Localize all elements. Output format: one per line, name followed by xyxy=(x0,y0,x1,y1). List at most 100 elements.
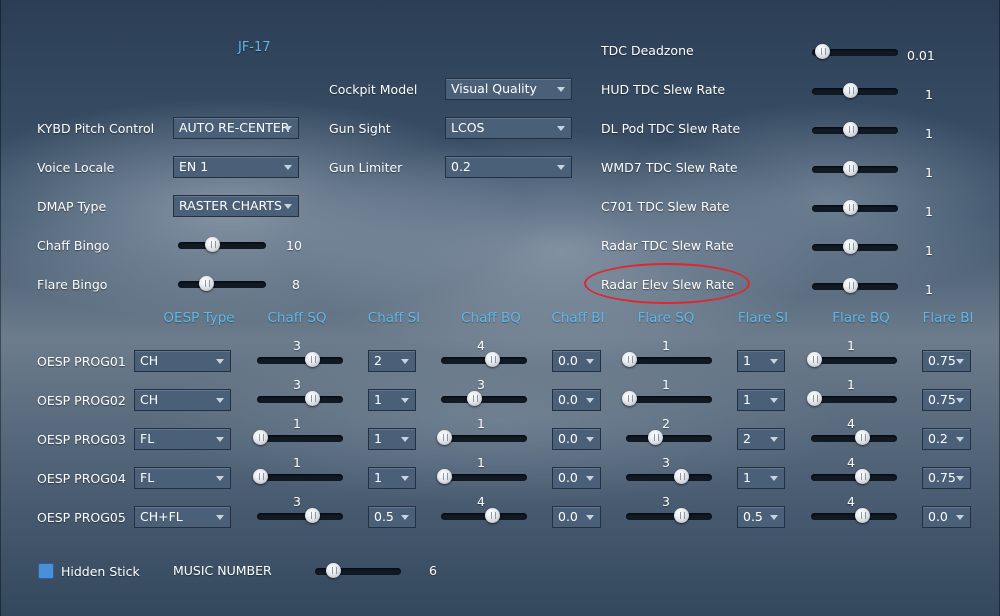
left-setting-dropdown[interactable]: RASTER CHARTS xyxy=(173,195,299,217)
mid-setting-dropdown[interactable]: 0.2 xyxy=(445,156,572,178)
right-setting-slider-knob[interactable] xyxy=(842,200,858,215)
flare-bq-slider-knob[interactable] xyxy=(854,508,870,523)
left-setting-label: KYBD Pitch Control xyxy=(37,121,155,136)
flare-bq-slider[interactable] xyxy=(811,430,897,445)
chaff-sq-slider[interactable] xyxy=(253,430,343,445)
chaff-bq-slider[interactable] xyxy=(437,430,527,445)
chaff-sq-slider[interactable] xyxy=(257,352,343,367)
flare-si-dropdown[interactable]: 1 xyxy=(737,467,785,489)
right-setting-slider[interactable] xyxy=(812,122,898,137)
chaff-si-dropdown[interactable]: 1 xyxy=(368,428,416,450)
chaff-sq-slider[interactable] xyxy=(253,469,343,484)
flare-bi-dropdown[interactable]: 0.75 xyxy=(922,350,971,372)
chaff-bq-slider[interactable] xyxy=(437,469,527,484)
chaff-sq-slider[interactable] xyxy=(257,391,343,406)
chaff-si-dropdown[interactable]: 1 xyxy=(368,467,416,489)
chaff-bq-slider[interactable] xyxy=(441,352,527,367)
right-setting-slider[interactable] xyxy=(812,200,898,215)
oesp-type-dropdown[interactable]: FL xyxy=(134,467,231,489)
flare-bi-dropdown[interactable]: 0.0 xyxy=(922,506,971,528)
right-setting-slider[interactable] xyxy=(812,161,898,176)
chaff-sq-slider[interactable] xyxy=(257,508,343,523)
right-setting-slider[interactable] xyxy=(812,83,898,98)
flare-bq-slider[interactable] xyxy=(811,469,897,484)
chaff-bi-dropdown[interactable]: 0.0 xyxy=(552,350,601,372)
flare-sq-slider-knob[interactable] xyxy=(622,352,638,367)
chaff-bq-slider[interactable] xyxy=(441,508,527,523)
flare-bq-slider[interactable] xyxy=(807,352,897,367)
flare-bq-slider-knob[interactable] xyxy=(807,352,823,367)
flare-sq-slider[interactable] xyxy=(626,469,712,484)
mid-setting-dropdown[interactable]: LCOS xyxy=(445,117,572,139)
chaff-si-dropdown[interactable]: 2 xyxy=(368,350,416,372)
chaff-bi-dropdown-value: 0.0 xyxy=(558,353,578,368)
right-setting-slider[interactable] xyxy=(812,239,898,254)
chaff-bq-slider-knob[interactable] xyxy=(437,430,453,445)
music-number-slider[interactable] xyxy=(315,563,401,578)
right-setting-slider-knob[interactable] xyxy=(842,278,858,293)
flare-bingo-slider[interactable] xyxy=(178,276,266,291)
chaff-sq-slider-knob[interactable] xyxy=(253,469,269,484)
flare-sq-slider-knob[interactable] xyxy=(673,508,689,523)
chaff-bingo-slider[interactable] xyxy=(178,237,266,252)
flare-bi-dropdown[interactable]: 0.75 xyxy=(922,467,971,489)
chaff-bi-dropdown[interactable]: 0.0 xyxy=(552,428,601,450)
flare-si-dropdown-value: 1 xyxy=(743,353,751,368)
flare-si-dropdown[interactable]: 0.5 xyxy=(737,506,785,528)
flare-bi-dropdown[interactable]: 0.2 xyxy=(922,428,971,450)
flare-bi-dropdown[interactable]: 0.75 xyxy=(922,389,971,411)
flare-sq-slider[interactable] xyxy=(626,508,712,523)
hidden-stick-checkbox[interactable] xyxy=(38,563,54,579)
oesp-type-dropdown[interactable]: FL xyxy=(134,428,231,450)
chevron-down-icon xyxy=(557,165,565,170)
chaff-bi-dropdown[interactable]: 0.0 xyxy=(552,389,601,411)
chaff-bi-dropdown[interactable]: 0.0 xyxy=(552,506,601,528)
flare-bq-slider[interactable] xyxy=(807,391,897,406)
chaff-bq-slider-knob[interactable] xyxy=(484,352,500,367)
flare-bq-slider-knob[interactable] xyxy=(854,430,870,445)
chaff-bingo-slider-knob[interactable] xyxy=(205,237,221,252)
flare-sq-slider[interactable] xyxy=(622,352,712,367)
chaff-bi-dropdown[interactable]: 0.0 xyxy=(552,467,601,489)
chaff-si-dropdown[interactable]: 1 xyxy=(368,389,416,411)
chaff-bq-value: 4 xyxy=(477,494,485,509)
flare-si-dropdown[interactable]: 1 xyxy=(737,389,785,411)
left-setting-dropdown[interactable]: AUTO RE-CENTER xyxy=(173,117,299,139)
chaff-sq-slider-knob[interactable] xyxy=(304,391,320,406)
flare-si-dropdown[interactable]: 1 xyxy=(737,350,785,372)
right-setting-slider-knob[interactable] xyxy=(815,44,831,59)
chaff-bq-slider-knob[interactable] xyxy=(437,469,453,484)
flare-sq-slider[interactable] xyxy=(622,391,712,406)
flare-bq-slider-knob[interactable] xyxy=(854,469,870,484)
right-setting-slider[interactable] xyxy=(812,278,898,293)
flare-sq-slider-knob[interactable] xyxy=(622,391,638,406)
oesp-type-dropdown[interactable]: CH xyxy=(134,389,231,411)
right-setting-slider-knob[interactable] xyxy=(842,122,858,137)
right-setting-slider-knob[interactable] xyxy=(842,161,858,176)
flare-sq-slider-knob[interactable] xyxy=(648,430,664,445)
right-setting-slider-knob[interactable] xyxy=(842,239,858,254)
flare-si-dropdown[interactable]: 2 xyxy=(737,428,785,450)
oesp-type-dropdown[interactable]: CH xyxy=(134,350,231,372)
chaff-si-dropdown[interactable]: 0.5 xyxy=(368,506,416,528)
flare-bq-slider[interactable] xyxy=(811,508,897,523)
chaff-sq-slider-knob[interactable] xyxy=(304,352,320,367)
right-setting-slider-knob[interactable] xyxy=(842,83,858,98)
chaff-bq-slider-knob[interactable] xyxy=(484,508,500,523)
chevron-down-icon xyxy=(216,359,224,364)
oesp-type-dropdown[interactable]: CH+FL xyxy=(134,506,231,528)
flare-bingo-slider-knob[interactable] xyxy=(199,276,215,291)
chaff-bingo-label: Chaff Bingo xyxy=(37,238,110,253)
left-setting-dropdown[interactable]: EN 1 xyxy=(173,156,299,178)
music-number-slider-knob[interactable] xyxy=(325,563,341,578)
flare-bq-slider-knob[interactable] xyxy=(807,391,823,406)
flare-sq-slider-knob[interactable] xyxy=(673,469,689,484)
chaff-bq-slider-knob[interactable] xyxy=(467,391,483,406)
flare-sq-slider[interactable] xyxy=(626,430,712,445)
chaff-bq-slider[interactable] xyxy=(441,391,527,406)
chaff-sq-slider-knob[interactable] xyxy=(253,430,269,445)
chaff-sq-value: 3 xyxy=(293,494,301,509)
mid-setting-dropdown[interactable]: Visual Quality xyxy=(445,78,572,100)
chaff-sq-slider-knob[interactable] xyxy=(304,508,320,523)
right-setting-slider[interactable] xyxy=(812,44,898,59)
